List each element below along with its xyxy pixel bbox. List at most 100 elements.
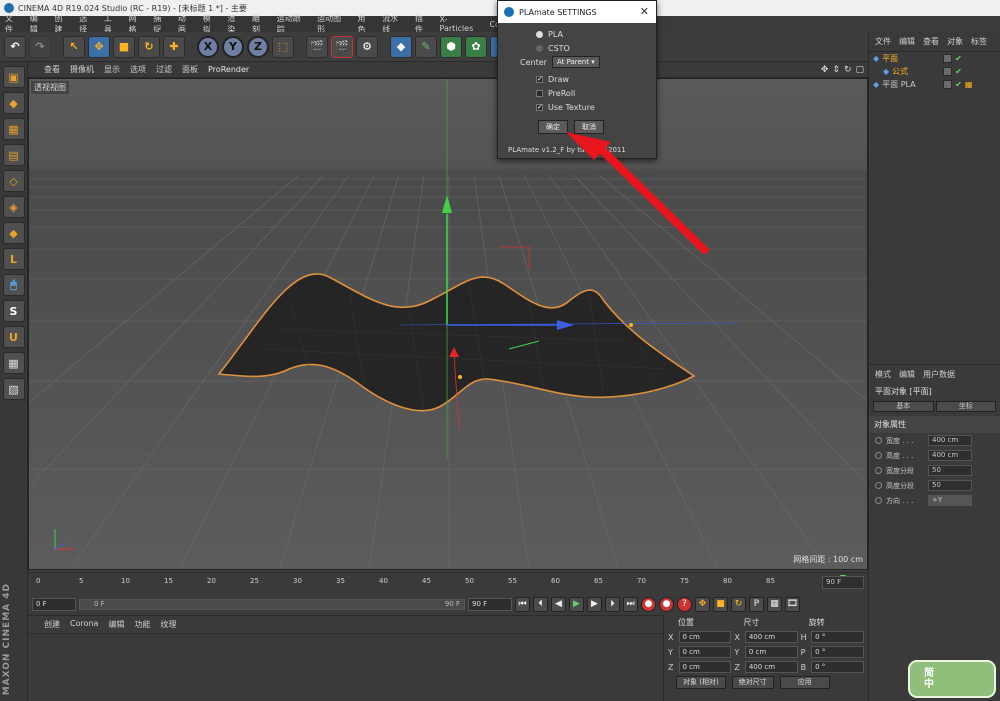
- animate-radio[interactable]: [875, 452, 882, 459]
- object-row[interactable]: ◆ 平面 ✔: [869, 52, 1000, 65]
- planar-workplane-icon[interactable]: ▧: [2, 378, 25, 400]
- material-menu-edit[interactable]: 编辑: [108, 619, 124, 630]
- position-x-field[interactable]: 0 cm: [678, 631, 732, 643]
- polygons-mode-icon[interactable]: ◆: [2, 222, 25, 244]
- y-axis-lock-icon[interactable]: Y: [222, 35, 244, 58]
- key-scale-icon[interactable]: ■: [713, 596, 728, 612]
- previous-key-icon[interactable]: ⏴: [533, 596, 548, 612]
- z-axis-lock-icon[interactable]: Z: [247, 35, 269, 58]
- size-y-field[interactable]: 0 cm: [744, 646, 798, 658]
- record-keys-icon[interactable]: ●: [641, 596, 656, 612]
- next-key-icon[interactable]: ⏵: [605, 596, 620, 612]
- viewport-maximize-icon[interactable]: ▢: [855, 65, 864, 75]
- am-menu-mode[interactable]: 模式: [875, 369, 891, 380]
- radio-selected-icon[interactable]: [536, 30, 543, 38]
- timeline-window-icon[interactable]: 🎞: [785, 596, 800, 612]
- close-icon[interactable]: ✕: [640, 5, 649, 18]
- key-point-level-icon[interactable]: ▦: [767, 596, 782, 612]
- previous-frame-icon[interactable]: ◀: [551, 596, 566, 612]
- pen-spline-icon[interactable]: ✎: [415, 35, 437, 58]
- timeline-end-frame[interactable]: 90 F: [822, 576, 864, 589]
- ok-button[interactable]: 确定: [538, 120, 568, 134]
- material-menu-corona[interactable]: Corona: [70, 619, 98, 630]
- perspective-viewport[interactable]: 透视视图 网格间距 : 100 cm: [28, 78, 868, 570]
- animate-radio[interactable]: [875, 482, 882, 489]
- radio-unselected-icon[interactable]: [536, 44, 543, 52]
- position-z-field[interactable]: 0 cm: [678, 661, 732, 673]
- object-row[interactable]: ◆ 公式 ✔: [869, 65, 1000, 78]
- size-z-field[interactable]: 400 cm: [744, 661, 798, 673]
- cancel-button[interactable]: 取消: [574, 120, 604, 134]
- start-frame-field[interactable]: 0 F: [32, 597, 76, 611]
- key-position-icon[interactable]: ✥: [695, 596, 710, 612]
- rotation-b-field[interactable]: 0 °: [811, 661, 864, 673]
- viewport-menu-display[interactable]: 显示: [104, 64, 120, 75]
- om-menu-objects[interactable]: 对象: [947, 36, 963, 47]
- next-frame-icon[interactable]: ▶: [587, 596, 602, 612]
- model-mode-icon[interactable]: ◆: [2, 92, 25, 114]
- axis-mode-icon[interactable]: L: [2, 248, 25, 270]
- viewport-menu-cameras[interactable]: 摄像机: [70, 64, 94, 75]
- object-row[interactable]: ◆ 平面 PLA ✔ ▦: [869, 78, 1000, 91]
- om-menu-view[interactable]: 查看: [923, 36, 939, 47]
- material-menu-create[interactable]: 创建: [44, 619, 60, 630]
- om-menu-file[interactable]: 文件: [875, 36, 891, 47]
- viewport-menu-filter[interactable]: 过滤: [156, 64, 172, 75]
- pla-tag-icon[interactable]: ▦: [965, 80, 973, 89]
- om-menu-tags[interactable]: 标签: [971, 36, 987, 47]
- animate-radio[interactable]: [875, 467, 882, 474]
- play-forward-icon[interactable]: ▶: [569, 596, 584, 612]
- option-csto[interactable]: CSTO: [536, 41, 656, 55]
- scale-tool-icon[interactable]: ■: [113, 35, 135, 58]
- coords-mode-dropdown[interactable]: 对象 (相对): [676, 676, 726, 689]
- preroll-checkbox-row[interactable]: PreRoll: [536, 86, 656, 100]
- live-selection-icon[interactable]: ↖: [63, 35, 85, 58]
- use-texture-checkbox-row[interactable]: ✓ Use Texture: [536, 100, 656, 114]
- animate-radio[interactable]: [875, 437, 882, 444]
- material-menu-function[interactable]: 功能: [134, 619, 150, 630]
- visibility-flag-icon[interactable]: [943, 67, 953, 76]
- cube-primitive-icon[interactable]: ◆: [390, 35, 412, 58]
- render-picture-viewer-icon[interactable]: 🎬: [331, 35, 353, 58]
- coords-size-mode-dropdown[interactable]: 绝对尺寸: [731, 676, 774, 689]
- am-tab-basic[interactable]: 基本: [873, 401, 934, 412]
- viewport-menu-prorender[interactable]: ProRender: [208, 65, 249, 74]
- render-settings-icon[interactable]: ⚙: [356, 35, 378, 58]
- om-menu-edit[interactable]: 编辑: [899, 36, 915, 47]
- language-badge[interactable]: 简 中: [908, 660, 996, 698]
- rotate-tool-icon[interactable]: ↻: [138, 35, 160, 58]
- height-segments-field[interactable]: 50: [928, 480, 972, 491]
- viewport-menu-panel[interactable]: 面板: [182, 64, 198, 75]
- viewport-zoom-icon[interactable]: ⇕: [832, 65, 840, 75]
- visibility-flag-icon[interactable]: [943, 54, 953, 63]
- tweak-mode-icon[interactable]: 🖱: [2, 274, 25, 296]
- width-field[interactable]: 400 cm: [928, 435, 972, 446]
- coords-apply-button[interactable]: 应用: [779, 676, 830, 689]
- key-parameter-icon[interactable]: P: [749, 596, 764, 612]
- enabled-check-icon[interactable]: ✔: [955, 80, 962, 89]
- coordinate-system-icon[interactable]: ⬚: [272, 35, 294, 58]
- viewport-move-icon[interactable]: ✥: [821, 65, 829, 75]
- move-tool-icon[interactable]: ✥: [88, 35, 110, 58]
- lock-workplane-icon[interactable]: ▦: [2, 352, 25, 374]
- autokey-icon[interactable]: ●: [659, 596, 674, 612]
- keyframe-selection-icon[interactable]: ?: [677, 596, 692, 612]
- checkbox-checked-icon[interactable]: ✓: [536, 103, 543, 111]
- timeline-ruler[interactable]: 0 5 10 15 20 25 30 35 40 45 50 55 60 65 …: [34, 575, 834, 591]
- material-menu-texture[interactable]: 纹理: [160, 619, 176, 630]
- points-mode-icon[interactable]: ◇: [2, 170, 25, 192]
- render-view-icon[interactable]: 🎬: [306, 35, 328, 58]
- timeline[interactable]: 0 5 10 15 20 25 30 35 40 45 50 55 60 65 …: [28, 572, 868, 592]
- enabled-check-icon[interactable]: ✔: [955, 54, 962, 63]
- texture-mode-icon[interactable]: ▦: [2, 118, 25, 140]
- checkbox-checked-icon[interactable]: ✓: [536, 75, 543, 83]
- viewport-menu-options[interactable]: 选项: [130, 64, 146, 75]
- magnet-icon[interactable]: U: [2, 326, 25, 348]
- go-to-end-icon[interactable]: ⏭: [623, 596, 638, 612]
- am-menu-edit[interactable]: 编辑: [899, 369, 915, 380]
- am-tab-coord[interactable]: 坐标: [935, 401, 996, 412]
- menu-x-particles[interactable]: X-Particles: [440, 15, 481, 33]
- animate-radio[interactable]: [875, 497, 882, 504]
- key-rotation-icon[interactable]: ↻: [731, 596, 746, 612]
- option-pla[interactable]: PLA: [536, 27, 656, 41]
